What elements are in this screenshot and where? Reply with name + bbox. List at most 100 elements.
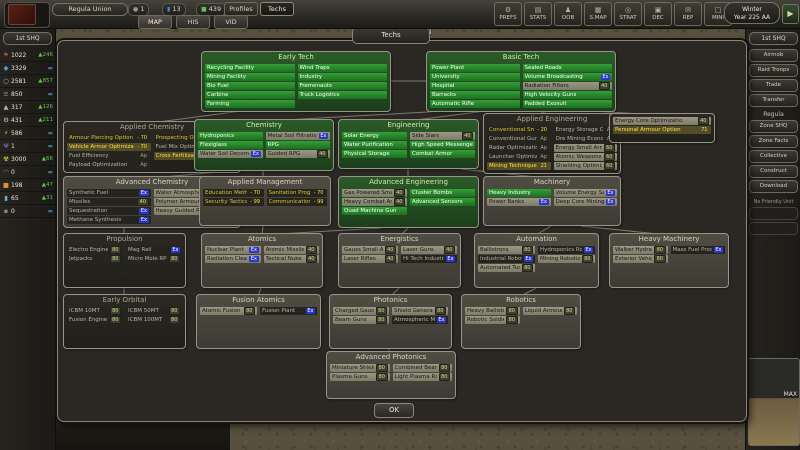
tech-item[interactable]: Personal Armour Option71 [613, 126, 711, 134]
unit-button-trade[interactable]: Trade [749, 79, 798, 92]
tech-item[interactable]: ICBM 100MT80 [126, 316, 182, 324]
top-tab-techs[interactable]: Techs [260, 2, 294, 16]
right-shq-tab[interactable]: 1st SHQ [749, 32, 798, 45]
tech-item[interactable]: Advanced Sensors [410, 198, 475, 206]
top-tab-profiles[interactable]: Profiles [224, 2, 258, 16]
tech-item[interactable]: Micro Mole RPG80 [126, 255, 182, 263]
tech-item[interactable]: Recycling Facility [205, 64, 295, 72]
tech-item[interactable]: RPG [266, 141, 331, 149]
tech-item[interactable]: Payload OptimizationAp [67, 161, 151, 169]
tech-item[interactable]: Armour Piercing Option- 70 [67, 134, 151, 142]
tech-item[interactable]: Quad Machine Gun [342, 207, 407, 215]
left-shq-tab[interactable]: 1st SHQ [3, 32, 52, 45]
tech-item[interactable]: Mass Fuel ProdEx [671, 246, 726, 254]
tech-item[interactable]: Energy Small Arms Opti.60 [554, 144, 618, 152]
tech-item[interactable]: Physical Storage [342, 150, 407, 158]
tech-item[interactable]: Laser Guns40 [401, 246, 457, 254]
tech-item[interactable]: Ballistrons80 [478, 246, 535, 254]
tech-item[interactable]: High Velocity Guns [523, 91, 613, 99]
tech-item[interactable]: SequestrationEx [67, 207, 151, 215]
command-dec[interactable]: ▣DEC [644, 2, 672, 26]
unit-button-transfer[interactable]: Transfer [749, 94, 798, 107]
tech-item[interactable]: Guided RPG40 [266, 150, 331, 158]
tech-item[interactable]: Atomic Missile40 [264, 246, 320, 254]
tech-item[interactable]: Shielding Optimization60 [554, 162, 618, 170]
tech-item[interactable]: Padded Exosuit [523, 100, 613, 108]
zone-button-construct[interactable]: Construct [749, 165, 798, 178]
tech-item[interactable]: ICBM 50MT80 [126, 307, 182, 315]
tech-item[interactable]: Radiation CleansingEx [205, 255, 261, 263]
tech-item[interactable]: Ore Mining EconomicalsAp [554, 135, 618, 143]
tech-item[interactable]: Charged Gauss Small A.80 [333, 307, 389, 315]
tech-item[interactable]: Volume BroadcastingEx [523, 73, 613, 81]
tech-item[interactable]: Industry [298, 73, 388, 81]
command-rep[interactable]: ✉REP [674, 2, 702, 26]
unit-button-raid-troops[interactable]: Raid Troops [749, 64, 798, 77]
tech-item[interactable]: Vehicle Armor Optimizat.- 70 [67, 143, 151, 151]
tech-item[interactable]: Gauss Small Arms40 [342, 246, 398, 254]
tech-item[interactable]: Carbine [205, 91, 295, 99]
tech-item[interactable]: Education Methods- 70 [203, 189, 264, 197]
command-smap[interactable]: ▦S.MAP [584, 2, 612, 26]
tech-item[interactable]: Heavy Ballistrons80 [465, 307, 520, 315]
tech-item[interactable]: Sanitation Programmes- 70 [267, 189, 328, 197]
tech-item[interactable]: ICBM 10MT80 [67, 307, 123, 315]
tech-item[interactable]: Missiles40 [67, 198, 151, 206]
tech-item[interactable]: Sealed Roads [523, 64, 613, 72]
unit-slot-button-1[interactable] [749, 207, 798, 220]
tech-item[interactable]: Atomic Fusion Missile80 [200, 307, 257, 315]
tech-item[interactable]: Atmospheric MembranesEx [392, 316, 448, 324]
tech-item[interactable]: Exterior Vehicles80 [613, 255, 668, 263]
tech-item[interactable]: Industrial RobotizationEx [478, 255, 535, 263]
tech-item[interactable]: Volume Energy SavingEx [554, 189, 618, 197]
tech-item[interactable]: Communication Technig.- 99 [267, 198, 328, 206]
tech-item[interactable]: Mining Techniques21 [487, 162, 551, 170]
tech-item[interactable]: Power BanksEx [487, 198, 551, 206]
tech-item[interactable]: Combined Beam Guns80 [393, 364, 453, 372]
command-strat[interactable]: ◎STRAT [614, 2, 642, 26]
tech-item[interactable]: Miniature Shield Generat.80 [330, 364, 390, 372]
tech-item[interactable]: Gas Powered Small Arm40 [342, 189, 407, 197]
tech-item[interactable]: Flexiglass [198, 141, 263, 149]
tech-item[interactable]: Mining Facility [205, 73, 295, 81]
tech-item[interactable]: Fremenauts [298, 82, 388, 90]
tech-item[interactable]: Shield Generator80 [392, 307, 448, 315]
tech-item[interactable]: Fuel EfficiencyAp [67, 152, 151, 160]
tech-item[interactable]: Radar OptimizationAp [487, 144, 551, 152]
tech-item[interactable]: Electro Engines80 [67, 246, 123, 254]
tech-item[interactable]: Power Plant [430, 64, 520, 72]
tech-item[interactable]: Hydroponics [198, 132, 263, 140]
zone-button-collective[interactable]: Collective [749, 150, 798, 163]
nav-vid[interactable]: VID [214, 15, 248, 29]
tech-item[interactable]: Robotic Soldier80 [465, 316, 520, 324]
end-turn-play-button[interactable]: ▶ [782, 4, 799, 24]
tech-item[interactable]: Bio Fuel [205, 82, 295, 90]
tech-item[interactable]: Liquid Armour80 [523, 307, 578, 315]
tech-item[interactable]: Metal Soil FiltrationEx [266, 132, 331, 140]
tech-item[interactable]: Heavy Industry [487, 189, 551, 197]
tech-item[interactable]: Walker Hydraulics80 [613, 246, 668, 254]
tech-item[interactable]: Hospital [430, 82, 520, 90]
tech-item[interactable]: Side Slars40 [410, 132, 475, 140]
tech-item[interactable]: Fusion PlantEx [260, 307, 317, 315]
tech-item[interactable]: Water Purification [342, 141, 407, 149]
tech-item[interactable]: Mag RailEx [126, 246, 182, 254]
command-stats[interactable]: ▤STATS [524, 2, 552, 26]
tech-item[interactable]: Radiation Filters40 [523, 82, 613, 90]
tech-item[interactable]: Wind Traps [298, 64, 388, 72]
zone-button-zone-shq[interactable]: Zone SHQ [749, 120, 798, 133]
tech-item[interactable]: Farming [205, 100, 295, 108]
tech-item[interactable]: Mining Robotization80 [538, 255, 595, 263]
tech-item[interactable]: Laser Rifles40 [342, 255, 398, 263]
command-oob[interactable]: ♟OOB [554, 2, 582, 26]
tech-item[interactable]: Truck Logistics [298, 91, 388, 99]
tech-item[interactable]: Light Plasma Rifles80 [393, 373, 453, 381]
tech-item[interactable]: High Speed Messenger [410, 141, 475, 149]
tech-item[interactable]: Energy Storage Optimiz.Ap [554, 126, 618, 134]
tech-item[interactable]: Automated Turret80 [478, 264, 535, 272]
tech-item[interactable]: Conventional Gun OptionAp [487, 135, 551, 143]
tech-item[interactable]: Automatic Rifle [430, 100, 520, 108]
unit-button-airmob[interactable]: Airmob [749, 49, 798, 62]
tech-item[interactable]: Hi Tech IndustryEx [401, 255, 457, 263]
tech-item[interactable]: Cluster Bombs [410, 189, 475, 197]
